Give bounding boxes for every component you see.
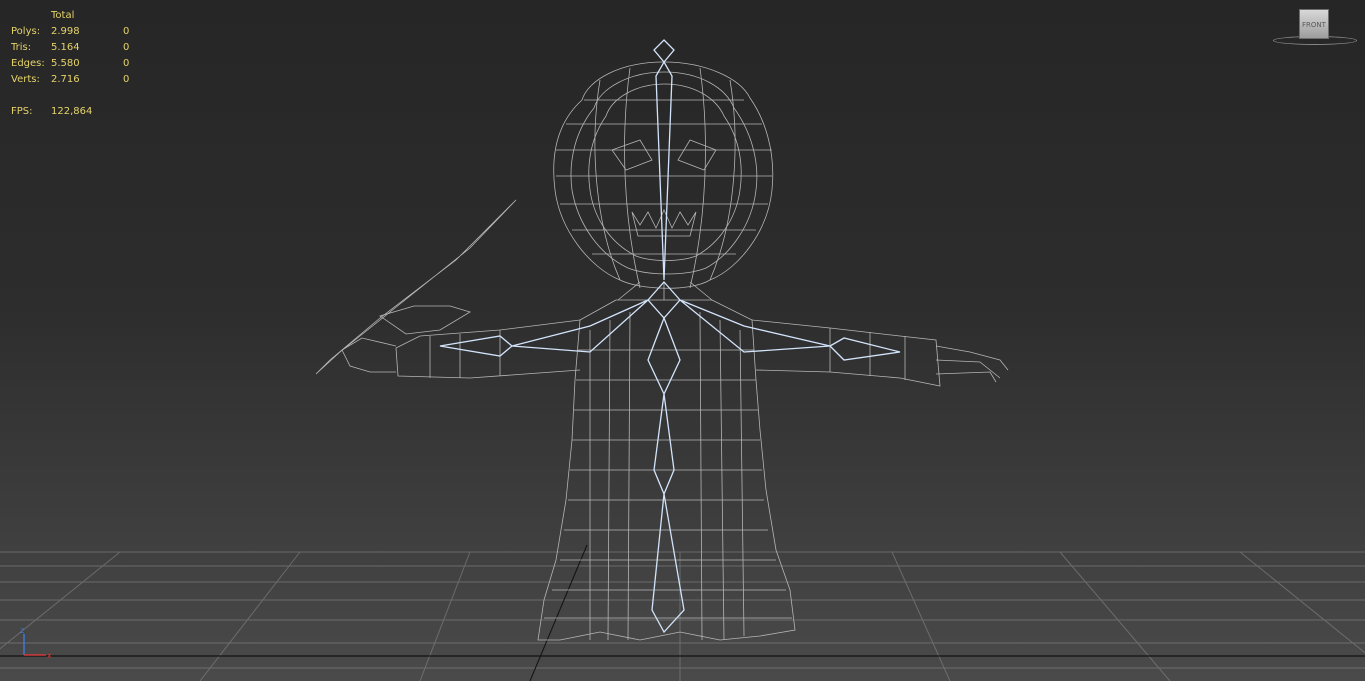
viewport-scene[interactable]: z x (0, 0, 1365, 681)
skeleton-bones[interactable] (439, 39, 901, 634)
vertical-axis-line (529, 544, 588, 681)
axis-z-label: z (20, 626, 24, 635)
ground-grid (0, 551, 1365, 681)
character-wireframe[interactable] (315, 61, 1009, 641)
axis-x-label: x (47, 651, 52, 660)
